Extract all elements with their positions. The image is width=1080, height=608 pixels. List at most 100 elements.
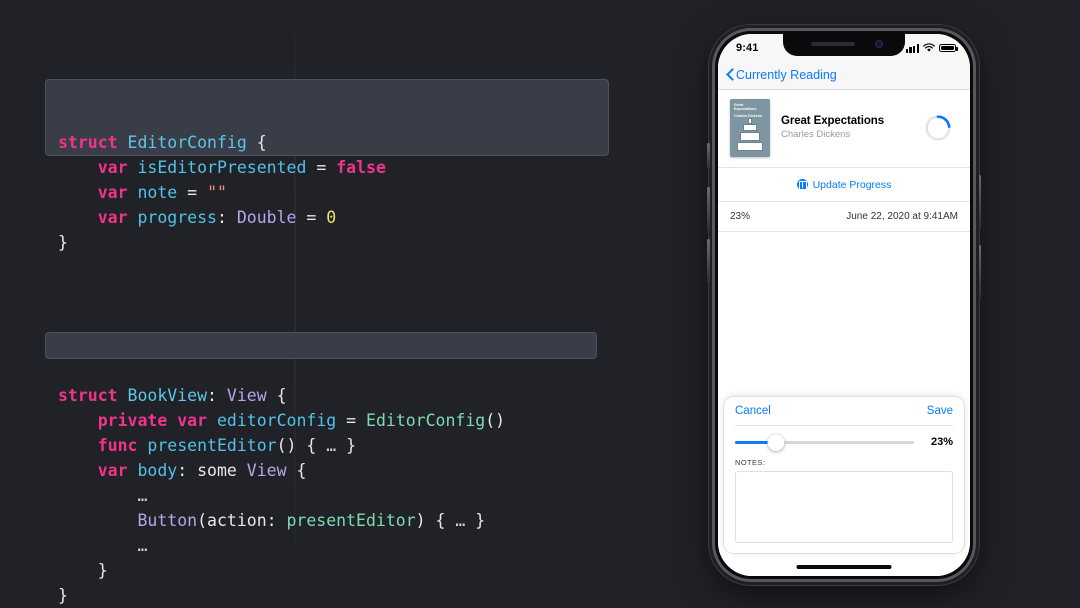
code-block-bookview: struct BookView: View { private var edit… [45, 308, 597, 608]
notes-label: NOTES: [735, 458, 766, 467]
code-token: … [137, 536, 148, 555]
cake-tier-middle [740, 131, 760, 141]
code-token: = [296, 208, 327, 227]
battery-full-icon [939, 43, 958, 53]
code-token: { [286, 461, 307, 480]
code-token: { [266, 386, 287, 405]
slider-thumb[interactable] [767, 433, 785, 451]
code-line: } [58, 558, 505, 583]
cancel-button[interactable]: Cancel [735, 405, 771, 417]
code-token: var [97, 158, 138, 177]
front-camera-icon [875, 40, 883, 48]
code-highlight-editorconfig-property [45, 332, 597, 359]
cover-title-text: Great Expectations [734, 102, 757, 112]
book-metadata: Great Expectations Charles Dickens [781, 115, 924, 140]
code-block-editorconfig: struct EditorConfig { var isEditorPresen… [45, 55, 609, 305]
code-token: = [177, 183, 208, 202]
entry-date: June 22, 2020 at 9:41AM [846, 211, 958, 222]
progress-slider-row: 23% [735, 426, 953, 458]
code-token: var [97, 208, 138, 227]
progress-editor-sheet: Cancel Save 23% NOTES: [723, 396, 965, 554]
code-token: EditorConfig [127, 133, 247, 152]
mute-switch[interactable] [707, 143, 710, 169]
code-token: … [137, 486, 148, 505]
code-token: : [177, 461, 198, 480]
code-token: false [336, 158, 386, 177]
code-line: private var editorConfig = EditorConfig(… [58, 408, 505, 433]
code-token: var [177, 411, 217, 430]
code-line: var isEditorPresented = false [58, 155, 386, 180]
code-lines-editorconfig: struct EditorConfig { var isEditorPresen… [58, 130, 386, 255]
entry-percent: 23% [730, 211, 751, 222]
code-token: ) { [415, 511, 456, 530]
update-progress-button[interactable]: Update Progress [718, 168, 970, 202]
code-token: Button [137, 511, 198, 530]
code-line: } [58, 583, 505, 608]
code-token: } [465, 511, 486, 530]
code-token: struct [58, 386, 128, 405]
code-line: … [58, 483, 505, 508]
earpiece-speaker-icon [811, 42, 855, 46]
wifi-icon [923, 43, 935, 52]
code-token: BookView [127, 386, 208, 405]
code-token: () [485, 411, 506, 430]
chevron-left-icon [727, 69, 734, 81]
code-token: = [336, 411, 367, 430]
navigation-bar: Currently Reading [718, 60, 970, 90]
editor-toolbar: Cancel Save [735, 397, 953, 426]
update-progress-label: Update Progress [812, 178, 892, 191]
cellular-bars-icon [905, 43, 919, 53]
code-token: View [226, 386, 267, 405]
device-notch [783, 34, 905, 56]
code-token: progress [137, 208, 217, 227]
cake-tier-bottom [737, 141, 763, 151]
cake-tier-top [743, 123, 757, 131]
volume-up-button[interactable] [707, 187, 710, 231]
progress-ring-icon [925, 114, 951, 141]
code-token: editorConfig [216, 411, 337, 430]
home-indicator[interactable] [796, 565, 892, 569]
code-token: View [246, 461, 287, 480]
code-token: : [207, 386, 227, 405]
code-line: var body: some View { [58, 458, 505, 483]
code-token: var [97, 461, 138, 480]
code-token: var [97, 183, 138, 202]
iphone-device-frame: 9:41 Currently Reading Great Expectation… [707, 25, 981, 585]
volume-down-button[interactable] [707, 239, 710, 283]
code-token: () { [276, 436, 327, 455]
progress-entry-row[interactable]: 23% June 22, 2020 at 9:41AM [718, 202, 970, 232]
save-button[interactable]: Save [927, 405, 953, 417]
code-token: some [197, 461, 247, 480]
status-bar-time: 9:41 [736, 42, 759, 54]
code-token: } [97, 561, 108, 580]
code-line: struct BookView: View { [58, 383, 505, 408]
code-line: var progress: Double = 0 [58, 205, 386, 230]
code-token: isEditorPresented [137, 158, 307, 177]
status-bar-indicators [905, 43, 958, 53]
code-token: body [137, 461, 178, 480]
code-line: … [58, 533, 505, 558]
code-token: } [336, 436, 357, 455]
code-token: (action: [197, 511, 287, 530]
code-token: 0 [326, 208, 337, 227]
code-token: presentEditor [286, 511, 416, 530]
code-line: struct EditorConfig { [58, 130, 386, 155]
back-button[interactable]: Currently Reading [727, 68, 837, 82]
progress-slider[interactable] [735, 433, 914, 451]
slider-value-label: 23% [930, 436, 953, 448]
code-token: struct [58, 133, 128, 152]
code-token: } [58, 233, 68, 252]
code-lines-bookview: struct BookView: View { private var edit… [58, 383, 505, 608]
iphone-screen: 9:41 Currently Reading Great Expectation… [718, 34, 970, 576]
code-token: func [97, 436, 148, 455]
code-line: Button(action: presentEditor) { … } [58, 508, 505, 533]
code-line: func presentEditor() { … } [58, 433, 505, 458]
code-token: private [97, 411, 178, 430]
code-token: note [137, 183, 178, 202]
code-token: … [455, 511, 466, 530]
code-token: = [306, 158, 337, 177]
book-author: Charles Dickens [781, 129, 851, 140]
code-line: } [58, 230, 386, 255]
notes-textarea[interactable] [735, 471, 953, 543]
book-detail-row[interactable]: Great Expectations Charles Dickens Great… [718, 90, 970, 168]
